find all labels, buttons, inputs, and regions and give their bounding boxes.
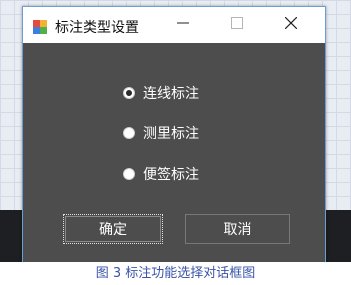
app-icon xyxy=(33,19,47,34)
maximize-icon xyxy=(231,17,243,33)
close-button[interactable] xyxy=(269,7,313,43)
radio-button-checked[interactable] xyxy=(123,87,135,99)
option-note-annotation[interactable]: 便签标注 xyxy=(123,164,199,184)
title-bar[interactable]: 标注类型设置 xyxy=(23,7,325,43)
ok-button[interactable]: 确定 xyxy=(63,214,163,244)
option-line-annotation[interactable]: 连线标注 xyxy=(123,83,199,103)
radio-button[interactable] xyxy=(123,168,135,180)
option-measure-annotation[interactable]: 测里标注 xyxy=(123,123,199,143)
option-label: 便签标注 xyxy=(143,167,199,183)
radio-button[interactable] xyxy=(123,127,135,139)
annotation-type-dialog: 标注类型设置 连线标注 测里标注 便签标注 确定 取消 xyxy=(22,6,326,264)
minimize-button[interactable] xyxy=(161,7,205,43)
close-icon xyxy=(284,16,298,33)
maximize-button[interactable] xyxy=(215,7,259,43)
minimize-icon xyxy=(177,17,189,33)
cancel-button[interactable]: 取消 xyxy=(185,214,290,244)
option-label: 测里标注 xyxy=(143,126,199,142)
figure-caption: 图 3 标注功能选择对话框图 xyxy=(0,262,351,285)
option-label: 连线标注 xyxy=(143,86,199,102)
window-title: 标注类型设置 xyxy=(55,20,139,36)
